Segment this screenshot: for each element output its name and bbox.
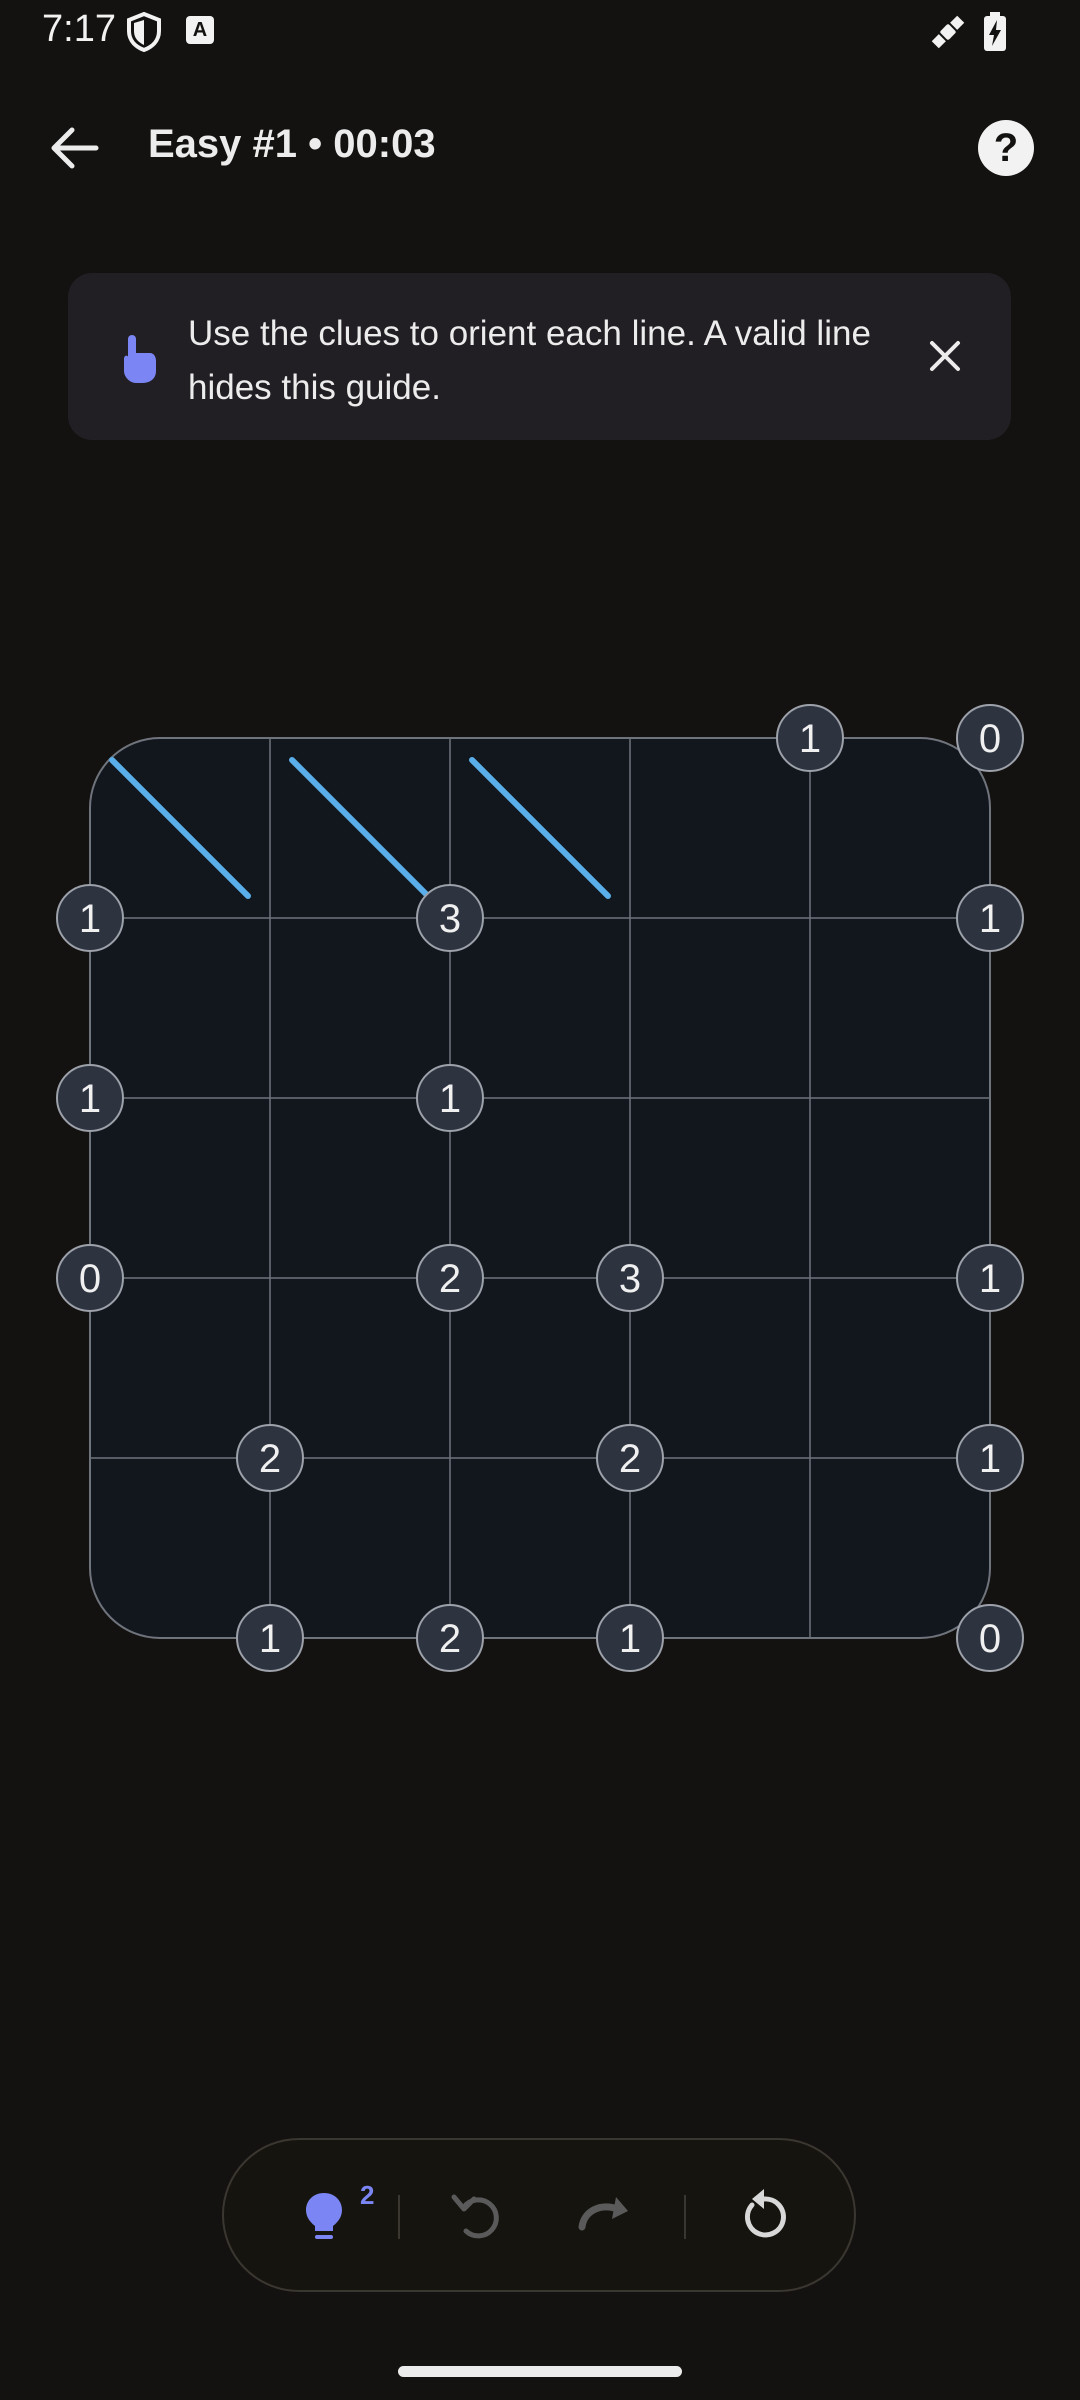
clue-node: 2 [236, 1424, 304, 1492]
clue-node: 1 [776, 704, 844, 772]
clue-number: 2 [439, 1257, 461, 1301]
shield-icon [127, 12, 161, 52]
clue-number: 3 [619, 1257, 641, 1301]
status-time: 7:17 [42, 8, 116, 50]
clue-node: 0 [56, 1244, 124, 1312]
clue-number: 1 [979, 1437, 1001, 1481]
clue-node: 1 [56, 1064, 124, 1132]
app-bar: Easy #1 • 00:03 ? [0, 100, 1080, 196]
close-icon[interactable] [918, 329, 972, 383]
clue-number: 2 [439, 1617, 461, 1661]
clue-node: 1 [56, 884, 124, 952]
guide-banner: Use the clues to orient each line. A val… [68, 273, 1011, 440]
puzzle-board[interactable]: 1 0 1 3 1 1 1 0 2 3 1 2 2 1 1 2 1 0 [0, 680, 1080, 1720]
undo-icon[interactable] [438, 2175, 518, 2255]
help-button[interactable]: ? [978, 120, 1034, 176]
clue-number: 0 [979, 1617, 1001, 1661]
battery-charging-icon [984, 12, 1006, 51]
clue-number: 1 [979, 897, 1001, 941]
page-title: Easy #1 • 00:03 [148, 122, 436, 166]
hint-count-badge: 2 [360, 2180, 375, 2210]
status-bar: 7:17 A [0, 0, 1080, 64]
clue-node: 3 [596, 1244, 664, 1312]
clue-node: 1 [596, 1604, 664, 1672]
clue-node: 1 [416, 1064, 484, 1132]
clue-node: 1 [956, 884, 1024, 952]
clue-number: 3 [439, 897, 461, 941]
home-indicator[interactable] [398, 2366, 682, 2377]
hint-lightbulb-icon[interactable] [284, 2175, 364, 2255]
reset-icon[interactable] [724, 2175, 804, 2255]
clue-node: 1 [956, 1424, 1024, 1492]
clue-number: 1 [979, 1257, 1001, 1301]
clue-number: 0 [979, 717, 1001, 761]
back-arrow-icon[interactable] [40, 118, 110, 178]
clue-node: 2 [416, 1604, 484, 1672]
action-toolbar: 2 [222, 2138, 856, 2292]
clue-number: 2 [619, 1437, 641, 1481]
guide-text: Use the clues to orient each line. A val… [188, 314, 871, 407]
tap-hand-icon [124, 335, 156, 383]
clue-number: 1 [619, 1617, 641, 1661]
clue-node: 2 [416, 1244, 484, 1312]
clue-node: 1 [236, 1604, 304, 1672]
toolbar-divider [684, 2195, 686, 2239]
clue-number: 1 [79, 897, 101, 941]
clue-node: 0 [956, 704, 1024, 772]
toolbar-divider [398, 2195, 400, 2239]
font-a-icon: A [186, 16, 214, 44]
clue-number: 1 [799, 717, 821, 761]
clue-number: 1 [259, 1617, 281, 1661]
satellite-icon [931, 15, 965, 49]
clue-number: 0 [79, 1257, 101, 1301]
clue-number: 1 [439, 1077, 461, 1121]
clue-node: 2 [596, 1424, 664, 1492]
clue-node: 1 [956, 1244, 1024, 1312]
clue-number: 1 [79, 1077, 101, 1121]
clue-number: 2 [259, 1437, 281, 1481]
clue-node: 3 [416, 884, 484, 952]
redo-icon[interactable] [566, 2175, 646, 2255]
clue-node: 0 [956, 1604, 1024, 1672]
